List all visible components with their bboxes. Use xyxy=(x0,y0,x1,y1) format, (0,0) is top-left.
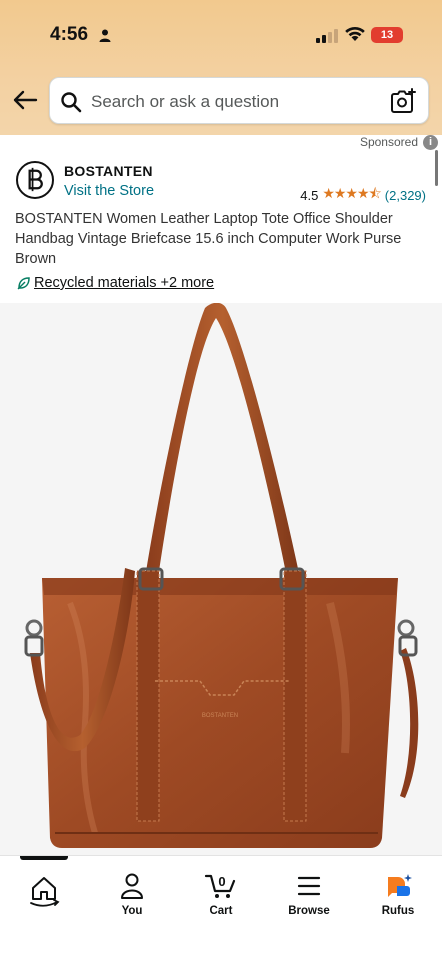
rating-value: 4.5 xyxy=(300,187,319,203)
nav-browse[interactable]: Browse xyxy=(274,873,344,917)
battery-indicator: 13 xyxy=(371,27,403,43)
signal-icon xyxy=(316,29,338,43)
nav-active-indicator xyxy=(20,856,68,860)
rufus-icon xyxy=(388,874,412,897)
brand-logo-mark-icon xyxy=(28,167,43,192)
nav-cart-label: Cart xyxy=(209,905,233,917)
bottom-nav: You 0 Cart Browse Rufus xyxy=(0,855,442,960)
nav-you[interactable]: You xyxy=(97,873,167,917)
wifi-icon xyxy=(345,26,365,41)
review-count[interactable]: (2,329) xyxy=(385,188,426,203)
recycled-materials-link[interactable]: Recycled materials +2 more xyxy=(17,275,214,291)
menu-icon xyxy=(297,876,321,896)
leaf-icon xyxy=(17,277,30,290)
cart-count: 0 xyxy=(218,874,225,889)
status-bar: 4:56 13 xyxy=(0,0,442,70)
product-title[interactable]: BOSTANTEN Women Leather Laptop Tote Offi… xyxy=(15,209,430,269)
back-arrow-icon[interactable] xyxy=(12,89,38,111)
info-icon[interactable]: i xyxy=(423,135,438,150)
nav-cart[interactable]: 0 Cart xyxy=(186,873,256,917)
rating-summary[interactable]: 4.5 ★★★★⯪ (2,329) xyxy=(300,183,426,207)
nav-rufus[interactable]: Rufus xyxy=(363,873,433,917)
search-input[interactable]: Search or ask a question xyxy=(49,77,429,124)
brand-name: BOSTANTEN xyxy=(64,163,153,179)
tote-bag-image: BOSTANTEN xyxy=(0,302,442,855)
search-placeholder: Search or ask a question xyxy=(91,92,280,111)
rating-stars-icon: ★★★★⯪ xyxy=(322,185,381,201)
nav-browse-label: Browse xyxy=(288,905,330,917)
person-icon xyxy=(99,29,111,42)
recycled-materials-text: Recycled materials +2 more xyxy=(34,275,215,291)
sponsored-label: Sponsored xyxy=(359,135,418,149)
status-time: 4:56 xyxy=(50,24,89,45)
home-icon xyxy=(30,877,60,907)
cart-icon: 0 xyxy=(204,874,236,898)
product-image[interactable]: BOSTANTEN xyxy=(0,302,442,855)
scroll-indicator xyxy=(435,150,438,186)
nav-you-label: You xyxy=(121,905,143,917)
nav-rufus-label: Rufus xyxy=(381,905,415,917)
nav-home[interactable] xyxy=(9,873,79,913)
brand-logo[interactable] xyxy=(16,161,54,199)
visit-store-link[interactable]: Visit the Store xyxy=(64,183,154,199)
header: 4:56 13 Search or ask a question xyxy=(0,0,442,135)
person-outline-icon xyxy=(121,873,143,899)
search-icon xyxy=(61,92,82,113)
camera-search-icon[interactable] xyxy=(390,88,416,114)
svg-text:BOSTANTEN: BOSTANTEN xyxy=(202,713,238,719)
